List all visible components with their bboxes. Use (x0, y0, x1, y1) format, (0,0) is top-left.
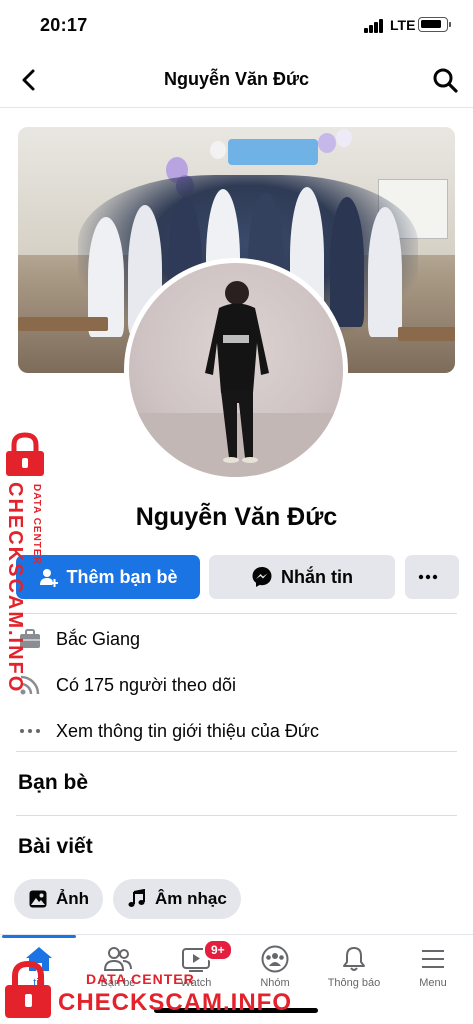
profile-avatar[interactable] (124, 258, 348, 482)
posts-section-title: Bài viết (18, 835, 93, 858)
friends-section-title[interactable]: Bạn bè (18, 771, 88, 795)
watermark-lock-icon (5, 960, 51, 1018)
tab-groups-label: Nhóm (260, 977, 290, 989)
add-friend-button[interactable]: Thêm bạn bè (16, 555, 200, 599)
message-label: Nhắn tin (281, 566, 353, 587)
search-icon[interactable] (431, 66, 459, 94)
divider (16, 815, 457, 816)
friends-icon (103, 947, 132, 971)
watermark-tagline-vertical: DATA CENTER (31, 484, 42, 565)
messenger-icon (252, 567, 272, 587)
battery-tip (449, 22, 451, 27)
profile-name: Nguyễn Văn Đức (135, 503, 338, 531)
avatar-photo (129, 281, 343, 477)
followers-text: Có 175 người theo dõi (56, 674, 236, 695)
music-note-icon (128, 889, 145, 907)
location-text: Bắc Giang (56, 628, 141, 649)
network-type: LTE (390, 17, 416, 33)
tab-notifications[interactable]: Thông báo (315, 945, 393, 1005)
signal-icon (364, 19, 384, 33)
nav-header: Nguyễn Văn Đức (0, 52, 473, 108)
watermark-brand: CHECKSCAM.INFO (58, 989, 292, 1016)
watch-badge: 9+ (203, 939, 233, 961)
page-title: Nguyễn Văn Đức (163, 69, 310, 89)
bell-icon (343, 947, 365, 971)
active-tab-indicator (2, 935, 76, 938)
message-button[interactable]: Nhắn tin (209, 555, 395, 599)
about-link: Xem thông tin giới thiệu của Đức (56, 720, 319, 741)
divider (16, 751, 457, 752)
add-friend-icon (40, 569, 59, 587)
add-friend-label: Thêm bạn bè (66, 566, 178, 587)
music-chip-label: Âm nhạc (155, 889, 227, 908)
more-dots-icon (20, 729, 40, 733)
tab-menu[interactable]: Menu (394, 945, 472, 1005)
battery-icon (418, 17, 448, 32)
tab-notifications-label: Thông báo (327, 977, 381, 989)
about-row[interactable]: Xem thông tin giới thiệu của Đức (16, 716, 319, 746)
photos-chip[interactable]: Ảnh (14, 879, 104, 919)
photos-chip-label: Ảnh (56, 889, 90, 908)
watermark-lock-icon (6, 432, 44, 476)
more-options-button[interactable] (405, 555, 459, 599)
watermark-tagline: DATA CENTER (86, 971, 195, 987)
status-time: 20:17 (40, 15, 88, 35)
photo-icon (29, 890, 47, 908)
watermark-brand-vertical: CHECKSCAM.INFO (4, 482, 26, 694)
divider (16, 613, 457, 614)
groups-icon (261, 945, 289, 973)
more-dots-icon (418, 574, 438, 580)
followers-row[interactable]: Có 175 người theo dõi (16, 670, 236, 700)
music-chip[interactable]: Âm nhạc (113, 879, 241, 919)
location-row: Bắc Giang (16, 624, 140, 654)
status-bar: 20:17 LTE (0, 0, 473, 50)
tab-menu-label: Menu (419, 977, 447, 989)
menu-icon (422, 950, 444, 968)
